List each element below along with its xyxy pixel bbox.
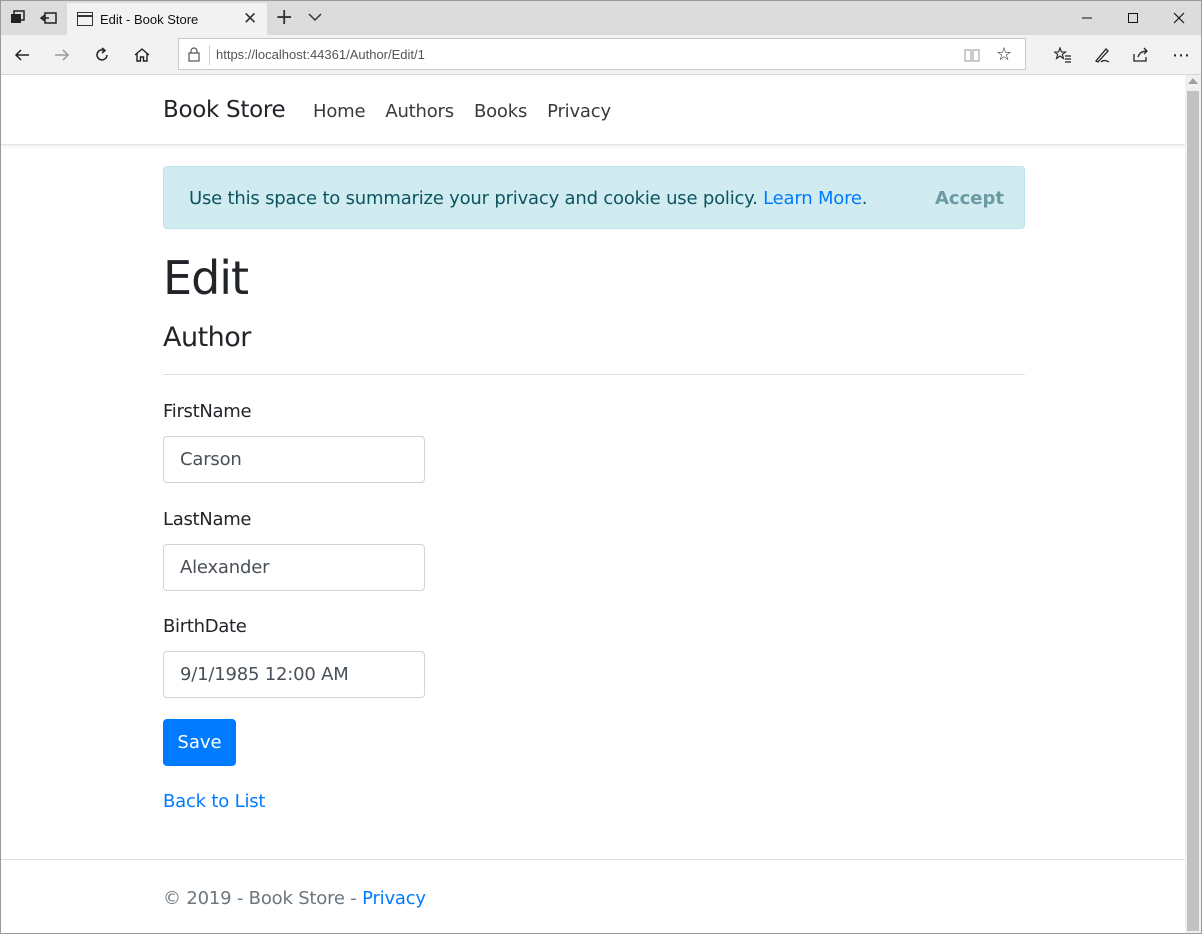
accept-cookie-button[interactable]: Accept [935, 188, 1004, 209]
learn-more-link[interactable]: Learn More [763, 188, 862, 209]
site-footer: © 2019 - Book Store - Privacy [1, 859, 1185, 933]
tab-close-icon[interactable]: ✕ [243, 9, 257, 29]
favorite-star-icon[interactable]: ☆ [996, 44, 1012, 65]
tab-bar: Edit - Book Store ✕ + [1, 1, 1201, 35]
browser-toolbar: https://localhost:44361/Author/Edit/1 ☆ … [1, 35, 1201, 75]
footer-text: © 2019 - Book Store - Privacy [163, 888, 426, 909]
url-separator [209, 45, 210, 65]
vertical-scrollbar[interactable] [1185, 75, 1201, 933]
home-icon[interactable] [130, 43, 154, 67]
reading-view-icon[interactable] [964, 47, 980, 67]
page-viewport: Book Store Home Authors Books Privacy Us… [1, 75, 1185, 933]
nav-link-books[interactable]: Books [474, 101, 527, 122]
new-tab-icon[interactable]: + [275, 5, 293, 31]
page-icon [77, 12, 93, 26]
lastname-input[interactable] [163, 544, 425, 591]
nav-link-home[interactable]: Home [313, 101, 366, 122]
cookie-consent-alert: Use this space to summarize your privacy… [163, 166, 1025, 229]
address-bar[interactable]: https://localhost:44361/Author/Edit/1 ☆ [178, 38, 1026, 70]
back-to-list-link[interactable]: Back to List [163, 791, 265, 812]
back-arrow-icon[interactable] [10, 43, 34, 67]
lastname-label: LastName [163, 509, 252, 530]
page-title: Edit [163, 251, 249, 305]
forward-arrow-icon[interactable] [50, 43, 74, 67]
share-icon[interactable] [1129, 43, 1153, 67]
divider [163, 374, 1025, 375]
footer-privacy-link[interactable]: Privacy [362, 888, 426, 909]
browser-window: Edit - Book Store ✕ + https://localhost:… [0, 0, 1202, 934]
set-tabs-aside-icon[interactable] [38, 7, 60, 29]
nav-link-authors[interactable]: Authors [385, 101, 454, 122]
firstname-label: FirstName [163, 401, 252, 422]
tab-active[interactable]: Edit - Book Store ✕ [67, 3, 267, 35]
minimize-icon[interactable] [1064, 1, 1110, 35]
scroll-up-icon[interactable] [1188, 78, 1198, 84]
maximize-icon[interactable] [1110, 1, 1156, 35]
nav-link-privacy[interactable]: Privacy [547, 101, 611, 122]
url-text: https://localhost:44361/Author/Edit/1 [216, 47, 425, 62]
site-brand[interactable]: Book Store [163, 97, 286, 123]
tab-actions-icon[interactable] [7, 7, 29, 29]
close-window-icon[interactable] [1156, 1, 1201, 35]
cookie-message: Use this space to summarize your privacy… [189, 188, 868, 209]
birthdate-input[interactable] [163, 651, 425, 698]
firstname-input[interactable] [163, 436, 425, 483]
birthdate-label: BirthDate [163, 616, 247, 637]
tab-title: Edit - Book Store [100, 12, 199, 27]
pen-notes-icon[interactable] [1090, 43, 1114, 67]
scroll-thumb[interactable] [1187, 91, 1199, 931]
site-nav: Home Authors Books Privacy [313, 101, 631, 122]
page-subtitle: Author [163, 322, 251, 353]
more-icon[interactable]: ⋯ [1169, 43, 1193, 67]
tab-preview-chevron-icon[interactable] [307, 9, 323, 29]
refresh-icon[interactable] [90, 43, 114, 67]
site-navbar: Book Store Home Authors Books Privacy [1, 75, 1185, 145]
save-button[interactable]: Save [163, 719, 236, 766]
lock-icon [188, 47, 200, 66]
favorites-hub-icon[interactable] [1051, 43, 1075, 67]
